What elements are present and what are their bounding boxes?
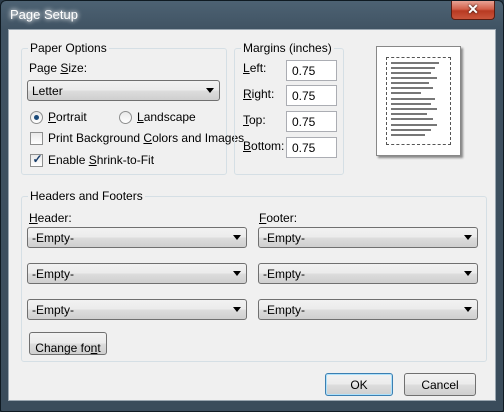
right-margin-input[interactable]: 0.75 [286, 85, 337, 106]
preview-text-line [391, 98, 435, 100]
print-background-label[interactable]: Print Background Colors and Images [48, 131, 244, 145]
preview-text-line [391, 108, 437, 110]
page-size-value: Letter [32, 84, 63, 98]
portrait-label[interactable]: Portrait [48, 110, 87, 124]
chevron-down-icon [464, 271, 472, 276]
margins-label: Margins (inches) [241, 41, 334, 55]
chevron-down-icon [233, 271, 241, 276]
cancel-button[interactable]: Cancel [404, 373, 476, 396]
header-select-1[interactable]: -Empty- [27, 227, 247, 248]
title-bar[interactable]: Page Setup ✕ [1, 1, 503, 29]
chevron-down-icon [464, 307, 472, 312]
header-select-2[interactable]: -Empty- [27, 263, 247, 284]
chevron-down-icon [233, 307, 241, 312]
shrink-to-fit-checkbox[interactable]: ✓ [30, 152, 43, 167]
left-margin-input[interactable]: 0.75 [286, 60, 337, 81]
chevron-down-icon [464, 235, 472, 240]
page-size-select[interactable]: Letter [27, 80, 220, 101]
preview-margin-box [386, 57, 451, 145]
preview-text-line [391, 67, 435, 69]
headers-footers-label: Headers and Footers [28, 189, 145, 203]
preview-text-line [391, 77, 437, 79]
header-select-3[interactable]: -Empty- [27, 299, 247, 320]
footer-label: Footer: [259, 211, 298, 225]
preview-text-line [391, 129, 431, 131]
bottom-margin-input[interactable]: 0.75 [286, 137, 337, 158]
page-size-label: Page Size: [29, 61, 88, 75]
preview-text-line [391, 134, 425, 136]
top-margin-label: Top: [243, 113, 266, 127]
top-margin-input[interactable]: 0.75 [286, 111, 337, 132]
left-margin-label: Left: [243, 61, 267, 75]
footer-select-2[interactable]: -Empty- [258, 263, 478, 284]
footer-select-3[interactable]: -Empty- [258, 299, 478, 320]
checkmark-icon: ✓ [32, 152, 43, 166]
preview-text-line [391, 62, 439, 64]
preview-text-line [391, 118, 433, 120]
header-label: Header: [29, 211, 72, 225]
print-background-checkbox[interactable] [30, 132, 43, 145]
preview-text-line [391, 72, 431, 74]
page-preview [376, 46, 461, 156]
landscape-label[interactable]: Landscape [137, 110, 196, 124]
right-margin-label: Right: [243, 87, 275, 101]
change-font-button[interactable]: Change font [29, 332, 107, 355]
preview-text-line [391, 92, 421, 94]
portrait-radio[interactable] [30, 111, 43, 124]
ok-button[interactable]: OK [325, 373, 393, 396]
footer-select-1[interactable]: -Empty- [258, 227, 478, 248]
close-icon: ✕ [467, 1, 479, 17]
preview-text-line [391, 103, 431, 105]
close-button[interactable]: ✕ [451, 1, 495, 20]
paper-options-label: Paper Options [28, 41, 109, 55]
preview-text-line [391, 87, 433, 89]
preview-text-line [391, 124, 437, 126]
chevron-down-icon [206, 88, 214, 93]
page-setup-dialog: Page Setup ✕ Paper Options Page Size: Le… [0, 0, 504, 412]
preview-text-line [391, 113, 427, 115]
chevron-down-icon [233, 235, 241, 240]
landscape-radio[interactable] [119, 111, 132, 124]
window-title: Page Setup [10, 7, 78, 22]
bottom-margin-label: Bottom: [243, 139, 285, 153]
dialog-client-area: Paper Options Page Size: Letter Portrait… [8, 29, 496, 401]
shrink-to-fit-label[interactable]: Enable Shrink-to-Fit [48, 153, 154, 167]
preview-text-line [391, 82, 429, 84]
